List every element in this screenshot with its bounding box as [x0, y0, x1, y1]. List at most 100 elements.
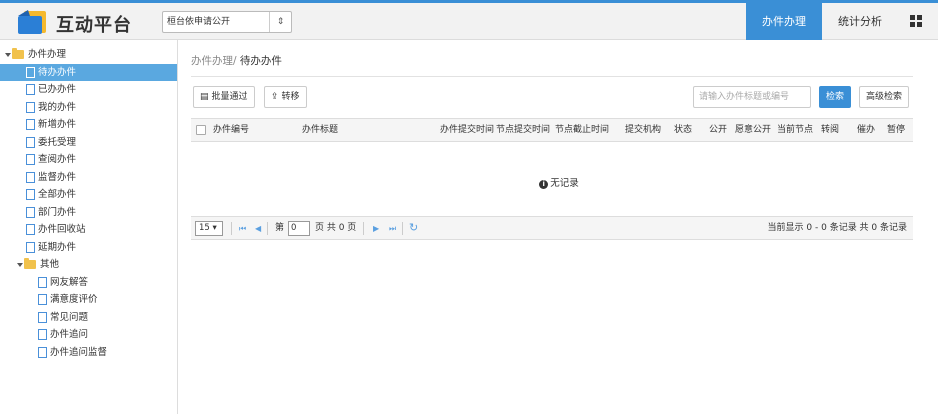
- sidebar-item-label: 我的办件: [38, 101, 77, 113]
- nav-tab-handling[interactable]: 办件办理: [746, 3, 822, 40]
- transfer-label: 转移: [281, 92, 300, 102]
- column-header[interactable]: 办件提交时间: [440, 119, 494, 141]
- divider: [191, 76, 913, 77]
- page-size-select[interactable]: 15 ▾: [195, 221, 223, 236]
- department-select[interactable]: 桓台依申请公开 ⇕: [162, 11, 292, 33]
- sidebar-item-new[interactable]: 新增办件: [0, 116, 177, 134]
- sidebar-tree: 办件办理 待办办件 已办办件 我的办件 新增办件 委托受理 查阅办件 监督办件 …: [0, 40, 178, 414]
- last-page-icon[interactable]: ⏭: [389, 221, 396, 236]
- document-icon: [38, 294, 47, 305]
- expand-arrow-icon[interactable]: [5, 53, 11, 57]
- empty-text: 无记录: [550, 178, 579, 189]
- top-nav: 办件办理 统计分析: [746, 3, 938, 40]
- share-icon: ⇪: [271, 92, 279, 102]
- column-header[interactable]: 转阅: [821, 119, 843, 141]
- sidebar-item-label: 已办办件: [38, 84, 77, 95]
- document-icon: [26, 224, 35, 235]
- sidebar-item-label: 查阅办件: [38, 154, 77, 165]
- document-icon: [26, 66, 35, 78]
- batch-approve-button[interactable]: ▤ 批量通过: [193, 86, 255, 108]
- separator: [402, 222, 403, 235]
- top-bar: 互动平台 桓台依申请公开 ⇕ 办件办理 统计分析: [0, 0, 938, 40]
- sidebar-item-delegated[interactable]: 委托受理: [0, 134, 177, 152]
- first-page-icon[interactable]: ⏮: [239, 221, 246, 236]
- chevron-updown-icon: ⇕: [269, 12, 291, 32]
- sidebar-item-all[interactable]: 全部办件: [0, 186, 177, 204]
- sidebar-item-pending[interactable]: 待办办件: [0, 63, 177, 81]
- tree-node-label: 其他: [40, 259, 60, 270]
- column-header[interactable]: 办件标题: [302, 119, 422, 141]
- sidebar-item-followup[interactable]: 办件追问: [0, 326, 177, 344]
- document-icon: [26, 154, 35, 165]
- prev-page-icon[interactable]: ◀: [255, 221, 261, 236]
- column-header[interactable]: 暂停: [887, 119, 909, 141]
- sidebar-item-extended[interactable]: 延期办件: [0, 239, 177, 257]
- breadcrumb-parent[interactable]: 办件办理/: [191, 55, 237, 67]
- search-button[interactable]: 检索: [819, 86, 851, 108]
- search-placeholder: 请输入办件标题或编号: [699, 92, 790, 102]
- column-header[interactable]: 节点截止时间: [555, 119, 617, 141]
- sidebar-item-label: 办件追问: [50, 329, 89, 340]
- breadcrumb: 办件办理/ 待办办件: [191, 53, 282, 68]
- next-page-icon[interactable]: ▶: [373, 221, 379, 236]
- sidebar-item-department[interactable]: 部门办件: [0, 204, 177, 222]
- document-icon: [26, 101, 35, 113]
- document-icon: [26, 136, 35, 148]
- sidebar-item-label: 延期办件: [38, 241, 77, 253]
- stack-icon: ▤: [200, 92, 209, 102]
- tree-node-label: 办件办理: [28, 49, 67, 60]
- sidebar-item-label: 网友解答: [50, 276, 89, 288]
- document-icon: [26, 171, 35, 183]
- sidebar-item-supervise[interactable]: 监督办件: [0, 169, 177, 187]
- advanced-search-button[interactable]: 高级检索: [859, 86, 910, 108]
- folder-icon: [24, 258, 36, 269]
- caret-down-icon: ▾: [212, 223, 217, 233]
- tree-node-handling[interactable]: 办件办理: [0, 46, 177, 64]
- sidebar-item-label: 委托受理: [38, 136, 77, 148]
- column-header[interactable]: 公开: [709, 119, 729, 141]
- separator: [231, 222, 232, 235]
- column-header[interactable]: 提交机构: [625, 119, 667, 141]
- refresh-icon[interactable]: ↻: [409, 221, 418, 235]
- app-logo-icon: [18, 10, 46, 34]
- column-header[interactable]: 当前节点: [777, 119, 817, 141]
- page-prefix: 第: [275, 223, 285, 233]
- sidebar-item-label: 待办办件: [38, 66, 77, 78]
- sidebar-item-label: 部门办件: [38, 206, 77, 218]
- document-icon: [26, 119, 35, 130]
- sidebar-item-label: 全部办件: [38, 189, 77, 200]
- column-header[interactable]: 节点提交时间: [496, 119, 551, 141]
- sidebar-item-answers[interactable]: 网友解答: [0, 274, 177, 292]
- document-icon: [26, 189, 35, 200]
- column-header[interactable]: 办件编号: [213, 119, 293, 141]
- document-icon: [26, 241, 35, 253]
- document-icon: [26, 206, 35, 218]
- batch-approve-label: 批量通过: [211, 92, 248, 102]
- page-number-input[interactable]: 0: [288, 221, 310, 236]
- sidebar-item-followup-supervise[interactable]: 办件追问监督: [0, 344, 177, 362]
- expand-arrow-icon[interactable]: [17, 263, 23, 267]
- document-icon: [38, 311, 47, 323]
- tree-node-other[interactable]: 其他: [0, 256, 177, 274]
- sidebar-item-review[interactable]: 查阅办件: [0, 151, 177, 169]
- apps-grid-icon[interactable]: [898, 3, 938, 40]
- sidebar-item-label: 办件回收站: [38, 224, 86, 235]
- sidebar-item-label: 办件追问监督: [50, 346, 108, 358]
- sidebar-item-mine[interactable]: 我的办件: [0, 99, 177, 117]
- sidebar-item-faq[interactable]: 常见问题: [0, 309, 177, 327]
- search-input[interactable]: 请输入办件标题或编号: [693, 86, 811, 108]
- nav-tab-statistics[interactable]: 统计分析: [822, 3, 898, 40]
- department-select-value: 桓台依申请公开: [167, 17, 231, 27]
- sidebar-item-recycle[interactable]: 办件回收站: [0, 221, 177, 239]
- pagination-bar: 15 ▾ ⏮ ◀ 第 0 页 共 0 页 ▶ ⏭ ↻ 当前显示 0 - 0 条记…: [191, 216, 913, 240]
- sidebar-item-satisfaction[interactable]: 满意度评价: [0, 291, 177, 309]
- column-header[interactable]: 愿意公开: [735, 119, 775, 141]
- column-header[interactable]: 催办: [857, 119, 879, 141]
- select-all-checkbox[interactable]: [196, 125, 206, 135]
- transfer-button[interactable]: ⇪ 转移: [264, 86, 307, 108]
- sidebar-item-label: 常见问题: [50, 311, 89, 323]
- sidebar-item-done[interactable]: 已办办件: [0, 81, 177, 99]
- column-header[interactable]: 状态: [674, 119, 696, 141]
- document-icon: [38, 329, 47, 340]
- sidebar-item-label: 新增办件: [38, 119, 77, 130]
